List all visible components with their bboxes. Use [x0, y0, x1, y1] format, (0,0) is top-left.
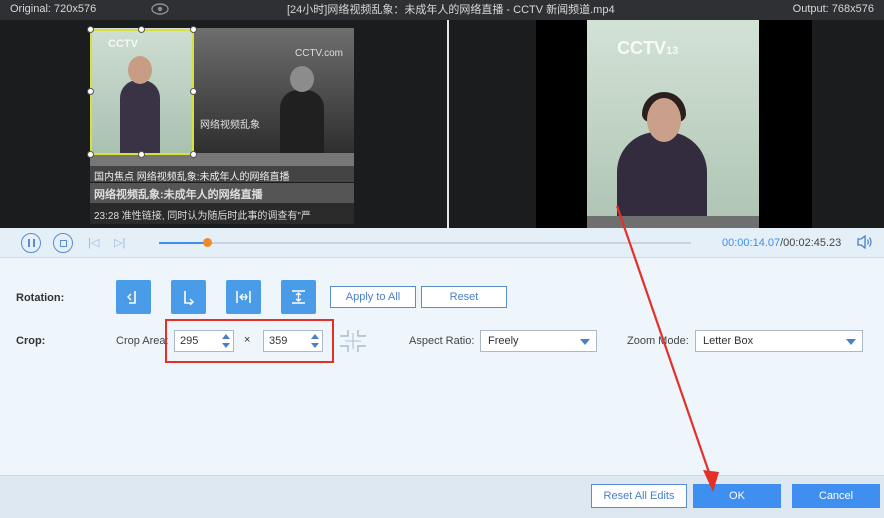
reset-all-edits-button[interactable]: Reset All Edits — [591, 484, 687, 508]
apply-to-all-button[interactable]: Apply to All — [330, 286, 416, 308]
stop-icon — [59, 239, 67, 247]
crop-area-label: Crop Area: — [116, 335, 169, 347]
flip-horizontal-icon — [236, 291, 251, 303]
flip-vertical-icon — [292, 290, 305, 304]
cancel-button[interactable]: Cancel — [792, 484, 880, 508]
skip-back-icon[interactable]: |◁ — [88, 236, 99, 249]
progress-knob[interactable] — [202, 238, 212, 247]
flip-horizontal-button[interactable] — [226, 280, 261, 314]
playback-bar: |◁ ▷| 00:00:14.07/00:02:45.23 — [0, 228, 884, 258]
progress-track[interactable] — [159, 238, 691, 247]
rotate-right-button[interactable] — [171, 280, 206, 314]
crop-label: Crop: — [16, 335, 46, 347]
chevron-down-icon — [846, 339, 856, 345]
video-caption-bottom: 23:28 准性链接, 同时认为随后时此事的调查有"严 — [90, 203, 354, 224]
reset-button[interactable]: Reset — [421, 286, 507, 308]
pause-button[interactable] — [21, 233, 41, 253]
video-caption-mid: 网络视频乱象:未成年人的网络直播 — [90, 183, 354, 203]
crop-handle-bottom-mid[interactable] — [138, 151, 145, 158]
rotate-left-button[interactable] — [116, 280, 151, 314]
volume-icon[interactable] — [856, 234, 874, 250]
aspect-ratio-select[interactable]: Freely — [480, 330, 597, 352]
crop-handle-top-mid[interactable] — [138, 26, 145, 33]
video-overlay-text: 网络视频乱象 — [200, 120, 260, 131]
title-bar: Original: 720x576 [24小时]网络视频乱象：未成年人的网络直播… — [0, 0, 884, 20]
crop-handle-mid-left[interactable] — [87, 88, 94, 95]
ok-button[interactable]: OK — [693, 484, 781, 508]
output-anchor-body — [617, 132, 707, 228]
crop-area-highlight — [165, 319, 334, 363]
preview-divider — [447, 20, 449, 228]
original-resolution: Original: 720x576 — [10, 3, 97, 15]
crop-handle-top-left[interactable] — [87, 26, 94, 33]
stop-button[interactable] — [53, 233, 73, 253]
cctv-logo-right: CCTV.com — [295, 48, 343, 59]
progress-fill — [159, 242, 207, 244]
zoom-mode-select[interactable]: Letter Box — [695, 330, 863, 352]
output-cctv-logo: CCTV13 — [617, 38, 679, 58]
rotation-label: Rotation: — [16, 292, 65, 304]
eye-icon[interactable] — [150, 2, 170, 16]
time-display: 00:00:14.07/00:02:45.23 — [722, 237, 842, 249]
output-video-frame: CCTV13 — [536, 20, 812, 228]
flip-vertical-button[interactable] — [281, 280, 316, 314]
output-resolution: Output: 768x576 — [792, 3, 874, 15]
crop-handle-bottom-right[interactable] — [190, 151, 197, 158]
crop-handle-bottom-left[interactable] — [87, 151, 94, 158]
pause-icon — [27, 239, 35, 247]
file-name: [24小时]网络视频乱象：未成年人的网络直播 - CCTV 新闻频道.mp4 — [287, 4, 615, 16]
aspect-ratio-label: Aspect Ratio: — [409, 335, 475, 347]
crop-selection-box[interactable] — [90, 29, 194, 155]
rotate-right-icon — [184, 291, 194, 305]
rotate-left-icon — [127, 291, 136, 304]
crop-handle-top-right[interactable] — [190, 26, 197, 33]
center-crop-icon[interactable] — [338, 328, 368, 354]
news-anchor-male — [280, 66, 324, 158]
output-anchor-face — [647, 98, 681, 142]
crop-handle-mid-right[interactable] — [190, 88, 197, 95]
video-caption-top: 国内焦点 网络视频乱象:未成年人的网络直播 — [90, 166, 354, 183]
skip-forward-icon[interactable]: ▷| — [114, 236, 125, 249]
chevron-down-icon — [580, 339, 590, 345]
zoom-mode-label: Zoom Mode: — [627, 335, 689, 347]
